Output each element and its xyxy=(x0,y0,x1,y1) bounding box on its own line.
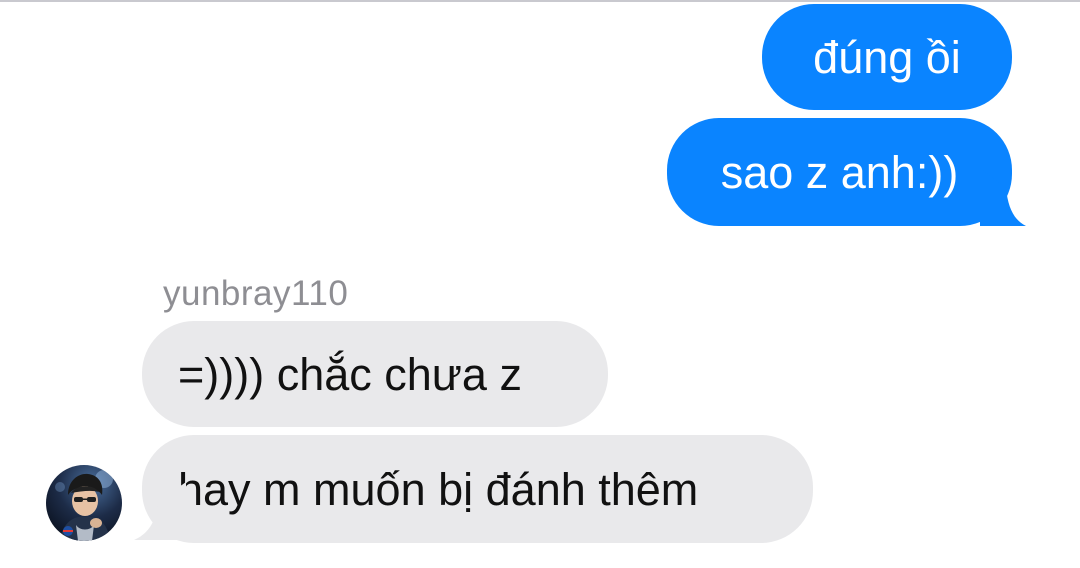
outgoing-message-bubble[interactable]: sao z anh:)) xyxy=(667,118,1012,226)
sender-name: yunbray110 xyxy=(163,274,349,313)
incoming-message-bubble[interactable]: hay m muốn bị đánh thêm xyxy=(142,435,813,543)
outgoing-message-bubble[interactable]: đúng ồi xyxy=(762,4,1012,110)
message-text: hay m muốn bị đánh thêm xyxy=(178,463,699,515)
avatar-photo-icon xyxy=(46,465,122,541)
incoming-bubble-tail xyxy=(134,482,186,540)
incoming-message-bubble[interactable]: =)))) chắc chưa z xyxy=(142,321,608,427)
top-divider xyxy=(0,0,1080,2)
message-text: =)))) chắc chưa z xyxy=(178,348,522,400)
message-text: sao z anh:)) xyxy=(720,146,959,198)
outgoing-bubble-tail xyxy=(980,168,1026,226)
sender-avatar[interactable] xyxy=(46,465,122,541)
message-text: đúng ồi xyxy=(813,31,961,83)
